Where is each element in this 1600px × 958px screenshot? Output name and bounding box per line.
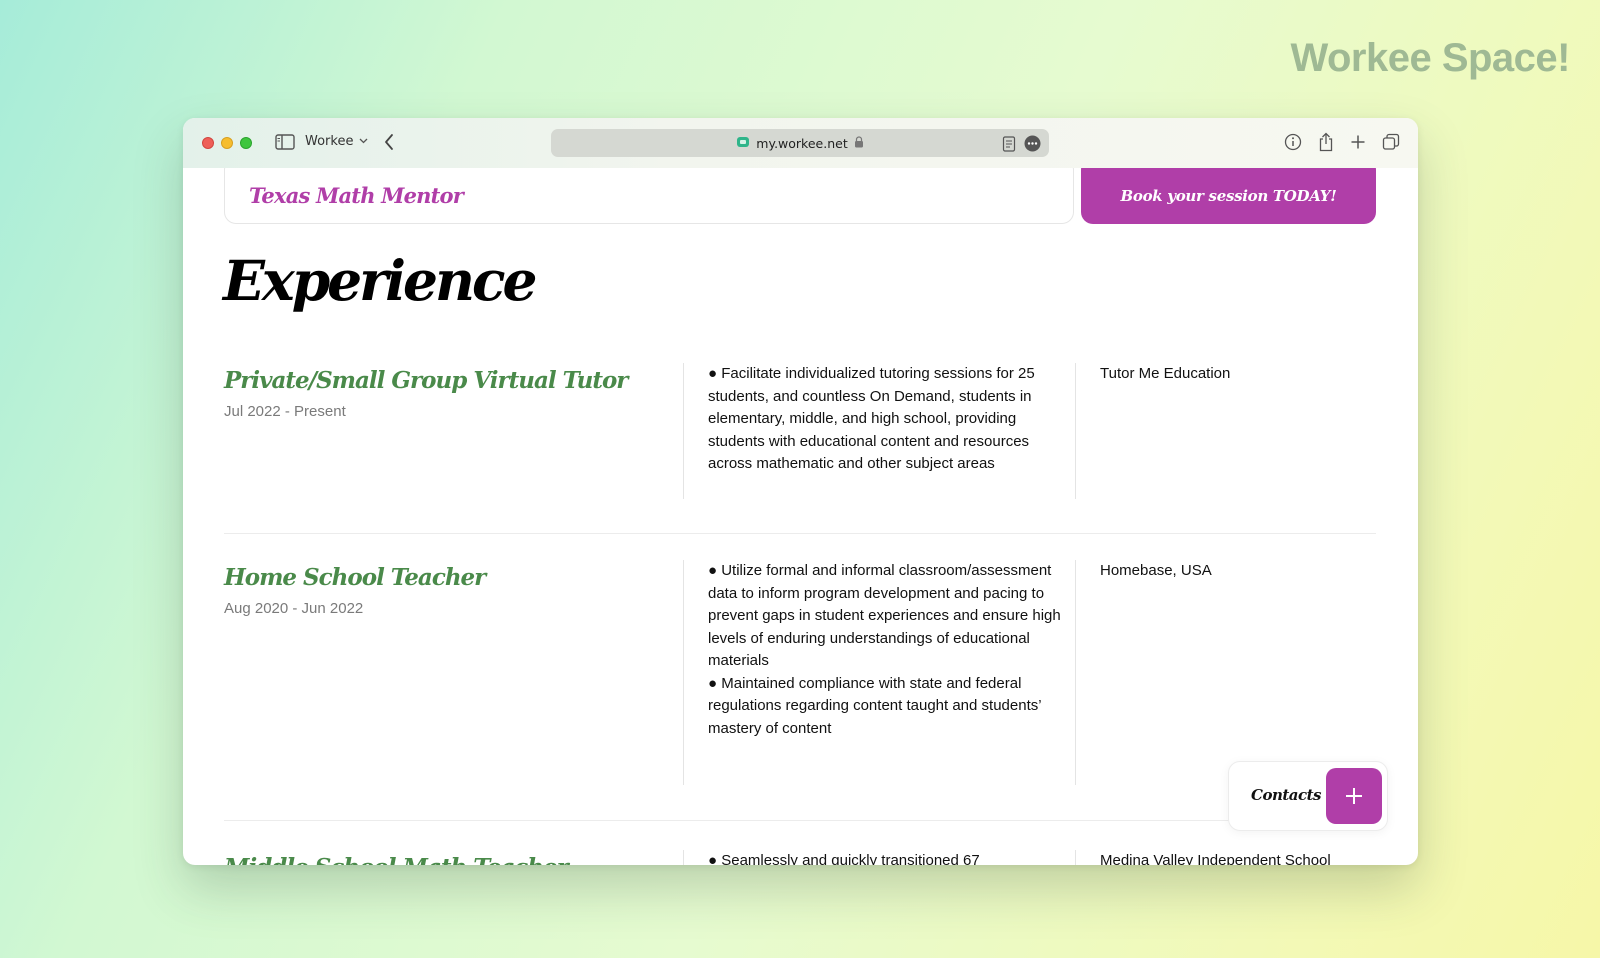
tab-overview-icon[interactable]: [1382, 133, 1400, 151]
site-header: Texas Math Mentor: [224, 168, 1074, 224]
page-content: Texas Math Mentor Book your session TODA…: [183, 168, 1418, 865]
brand-title: Workee Space!: [1290, 36, 1570, 80]
job-company: Medina Valley Independent School: [1075, 850, 1331, 865]
job-company: Tutor Me Education: [1075, 363, 1230, 499]
job-title: Middle School Math Teacher: [224, 854, 569, 865]
contacts-label[interactable]: Contacts: [1251, 786, 1322, 804]
job-dates: Aug 2020 - Jun 2022: [224, 600, 364, 617]
share-icon[interactable]: [1318, 132, 1334, 152]
url-text: my.workee.net: [756, 135, 848, 151]
back-icon[interactable]: [383, 133, 395, 156]
job-title: Home School Teacher: [224, 564, 486, 591]
job-title: Private/Small Group Virtual Tutor: [224, 367, 628, 394]
address-bar[interactable]: my.workee.net: [551, 129, 1049, 157]
plus-icon: [1346, 788, 1362, 804]
divider: [224, 533, 1376, 534]
divider: [224, 820, 1376, 821]
browser-window: Workee my.workee.net Texas Math Mentor B…: [183, 118, 1418, 865]
add-contact-button[interactable]: [1326, 768, 1382, 824]
sidebar-toggle-icon[interactable]: [275, 134, 295, 155]
site-name-link[interactable]: Texas Math Mentor: [249, 183, 464, 208]
more-icon[interactable]: [1024, 135, 1041, 155]
reader-icon[interactable]: [1002, 135, 1016, 155]
job-description: ● Utilize formal and informal classroom/…: [683, 560, 1075, 785]
book-session-button[interactable]: Book your session TODAY!: [1081, 168, 1376, 224]
chevron-down-icon: [359, 137, 368, 147]
job-description: ● Seamlessly and quickly transitioned 67: [683, 850, 1075, 865]
job-dates: Jul 2022 - Present: [224, 403, 346, 420]
browser-toolbar: Workee my.workee.net: [183, 118, 1418, 168]
section-title: Experience: [223, 248, 537, 313]
tab-group-selector[interactable]: Workee: [305, 134, 368, 149]
tab-group-label: Workee: [305, 134, 354, 149]
minimize-window-button[interactable]: [221, 137, 233, 149]
info-icon[interactable]: [1284, 133, 1302, 151]
site-favicon-icon: [736, 135, 750, 152]
job-description: ● Facilitate individualized tutoring ses…: [683, 363, 1075, 499]
maximize-window-button[interactable]: [240, 137, 252, 149]
job-company: Homebase, USA: [1075, 560, 1212, 785]
lock-icon: [854, 135, 864, 151]
contacts-widget: Contacts: [1228, 761, 1388, 831]
close-window-button[interactable]: [202, 137, 214, 149]
new-tab-icon[interactable]: [1350, 134, 1366, 150]
